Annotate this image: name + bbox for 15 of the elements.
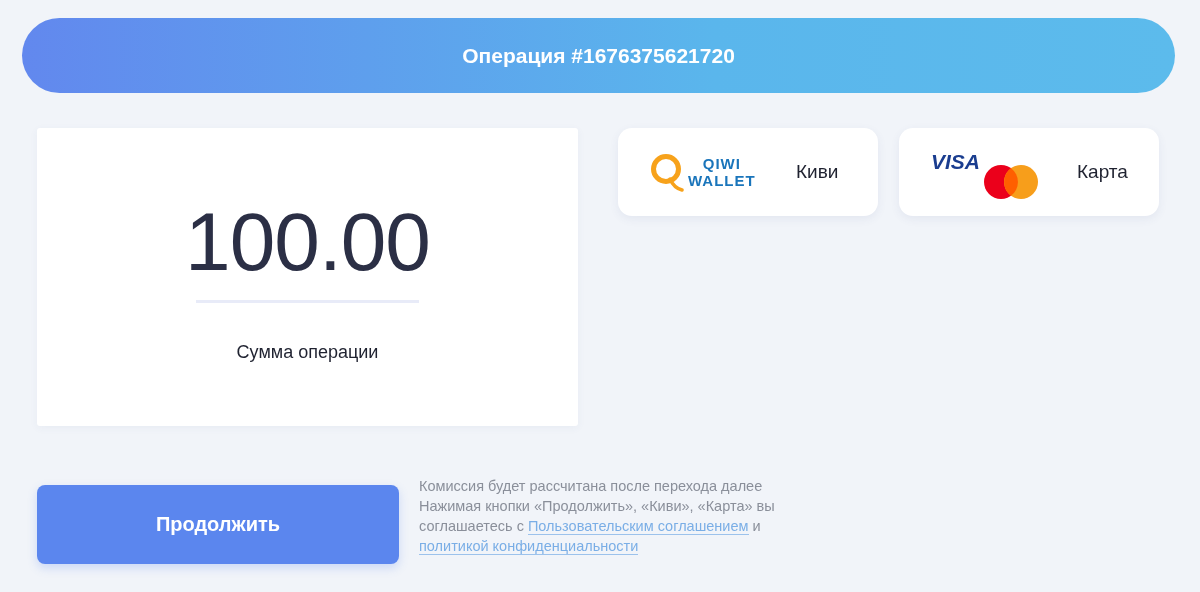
wallet-ring-icon: [650, 152, 684, 192]
payment-method-button[interactable]: VISA Карта: [899, 128, 1159, 216]
operation-title: Операция #1676375621720: [462, 43, 735, 68]
logo-text: WALLET: [688, 172, 756, 189]
agreement-note: Нажимая кнопки «Продолжить», «Киви», «Карта» вы соглашаетесь с Пользовательским соглашением и политикой конфиденциальности: [419, 497, 776, 556]
overlapping-circles-icon: [983, 164, 1039, 200]
amount-value: 100.00: [185, 195, 430, 289]
logo-text: QIWI: [701, 155, 742, 172]
user-agreement-link[interactable]: Пользовательским соглашением: [527, 518, 749, 535]
logo-text: VISA: [931, 150, 980, 174]
continue-button[interactable]: Продолжить: [37, 485, 399, 564]
payment-method-button[interactable]: QIWI WALLET Киви: [618, 128, 878, 216]
amount-label: Сумма операции: [236, 342, 379, 363]
commission-note: Комиссия будет рассчитана после перехода далее: [419, 477, 764, 496]
privacy-policy-link[interactable]: политикой конфиденциальности: [419, 538, 639, 555]
